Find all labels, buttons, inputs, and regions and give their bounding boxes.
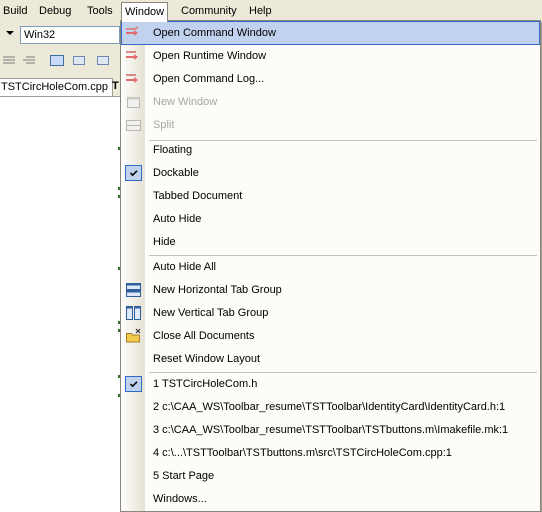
menu-item-close-all-documents[interactable]: Close All Documents — [122, 325, 539, 347]
menu-item-split[interactable]: Split — [122, 114, 539, 136]
menu-item-reset-window-layout[interactable]: Reset Window Layout — [122, 348, 539, 370]
window-icon[interactable] — [50, 55, 64, 66]
menu-item-recent-window-2[interactable]: 2 c:\CAA_WS\Toolbar_resume\TSTToolbar\Id… — [122, 396, 539, 418]
align-lines-icon[interactable] — [2, 55, 16, 66]
menu-item-recent-window-1[interactable]: 1 TSTCircHoleCom.h — [122, 373, 539, 395]
command-log-icon — [126, 74, 138, 83]
menu-item-recent-window-4[interactable]: 4 c:\...\TSTToolbar\TSTbuttons.m\src\TST… — [122, 442, 539, 464]
menu-build[interactable]: Build — [0, 3, 30, 20]
menu-debug[interactable]: Debug — [36, 3, 74, 20]
menu-item-auto-hide[interactable]: Auto Hide — [122, 208, 539, 230]
menu-item-floating[interactable]: Floating — [122, 139, 539, 161]
comment-lines-icon[interactable] — [22, 55, 36, 66]
menu-window[interactable]: Window — [121, 2, 169, 22]
runtime-window-icon — [126, 51, 138, 60]
code-editor[interactable] — [0, 97, 130, 512]
menu-item-new-vertical-tab-group[interactable]: New Vertical Tab Group — [122, 302, 539, 324]
document-tab-strip: TSTCircHoleCom.cpp T — [0, 76, 130, 97]
platform-combo[interactable]: Win32 — [20, 26, 120, 44]
bookmark-prev-icon[interactable] — [72, 55, 86, 66]
vertical-tab-group-icon — [126, 306, 141, 320]
checkmark-icon — [125, 376, 142, 392]
menu-help[interactable]: Help — [246, 3, 275, 20]
menu-item-windows[interactable]: Windows... — [122, 488, 539, 510]
menu-item-open-runtime-window[interactable]: Open Runtime Window — [122, 45, 539, 67]
tab-tstcircholecom-cpp[interactable]: TSTCircHoleCom.cpp — [0, 78, 113, 96]
menu-item-recent-window-5[interactable]: 5 Start Page — [122, 465, 539, 487]
menu-bar: Build Debug Tools Window Community Help — [0, 0, 542, 22]
close-all-documents-icon — [126, 328, 141, 343]
menu-item-new-window[interactable]: New Window — [122, 91, 539, 113]
menu-item-dockable[interactable]: Dockable — [122, 162, 539, 184]
menu-item-hide[interactable]: Hide — [122, 231, 539, 253]
menu-item-open-command-window[interactable]: Open Command Window — [121, 21, 540, 45]
menu-tools[interactable]: Tools — [84, 3, 116, 20]
dropdown-arrow-icon[interactable] — [6, 31, 14, 35]
menu-item-open-command-log[interactable]: Open Command Log... — [122, 68, 539, 90]
window-menu: Open Command Window Open Runtime Window … — [120, 20, 541, 512]
checkmark-icon — [125, 165, 142, 181]
new-window-icon — [127, 97, 140, 108]
menu-community[interactable]: Community — [178, 3, 240, 20]
menu-item-auto-hide-all[interactable]: Auto Hide All — [122, 256, 539, 278]
menu-item-tabbed-document[interactable]: Tabbed Document — [122, 185, 539, 207]
split-icon — [126, 120, 141, 131]
bookmark-next-icon[interactable] — [96, 55, 110, 66]
text-editor-toolbar — [0, 50, 130, 72]
menu-item-new-horizontal-tab-group[interactable]: New Horizontal Tab Group — [122, 279, 539, 301]
horizontal-tab-group-icon — [126, 283, 141, 297]
command-window-icon — [126, 26, 139, 36]
menu-item-recent-window-3[interactable]: 3 c:\CAA_WS\Toolbar_resume\TSTToolbar\TS… — [122, 419, 539, 441]
